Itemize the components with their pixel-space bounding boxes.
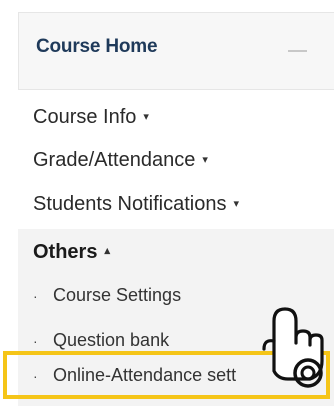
submenu-item-label: Online-Attendance sett	[53, 365, 237, 385]
menu-item-label: Students Notifications	[33, 193, 227, 215]
caret-down-icon: ▾	[143, 111, 149, 123]
caret-down-icon: ▾	[233, 198, 239, 210]
bullet-icon: ·	[33, 368, 38, 384]
course-home-header[interactable]: Course Home	[18, 12, 334, 90]
menu-item-students-notifications[interactable]: Students Notifications ▾	[33, 193, 239, 216]
bullet-icon: ·	[33, 288, 38, 304]
submenu-item-question-bank[interactable]: · Question bank	[33, 330, 169, 351]
course-home-title: Course Home	[36, 36, 158, 57]
menu-item-course-info[interactable]: Course Info ▾	[33, 106, 149, 129]
menu-item-label: Grade/Attendance	[33, 149, 196, 171]
menu-item-label: Others	[33, 241, 98, 263]
submenu-item-label: Question bank	[53, 330, 170, 350]
caret-up-icon: ▴	[104, 245, 110, 257]
submenu-item-online-attendance-settings[interactable]: · Online-Attendance sett	[33, 365, 236, 386]
others-section: Others ▴ · Course Settings · Question bank …	[18, 229, 334, 406]
course-sidebar-panel: Course Home Course Info ▾ Grade/Attendanc…	[0, 0, 334, 406]
submenu-item-label: Course Settings	[53, 285, 182, 305]
menu-item-others[interactable]: Others ▴	[33, 241, 110, 264]
menu-item-grade-attendance[interactable]: Grade/Attendance ▾	[33, 149, 208, 172]
menu-item-label: Course Info	[33, 106, 137, 128]
caret-down-icon: ▾	[202, 154, 208, 166]
bullet-icon: ·	[33, 333, 38, 349]
minus-icon[interactable]	[288, 50, 307, 52]
submenu-item-course-settings[interactable]: · Course Settings	[33, 285, 181, 306]
